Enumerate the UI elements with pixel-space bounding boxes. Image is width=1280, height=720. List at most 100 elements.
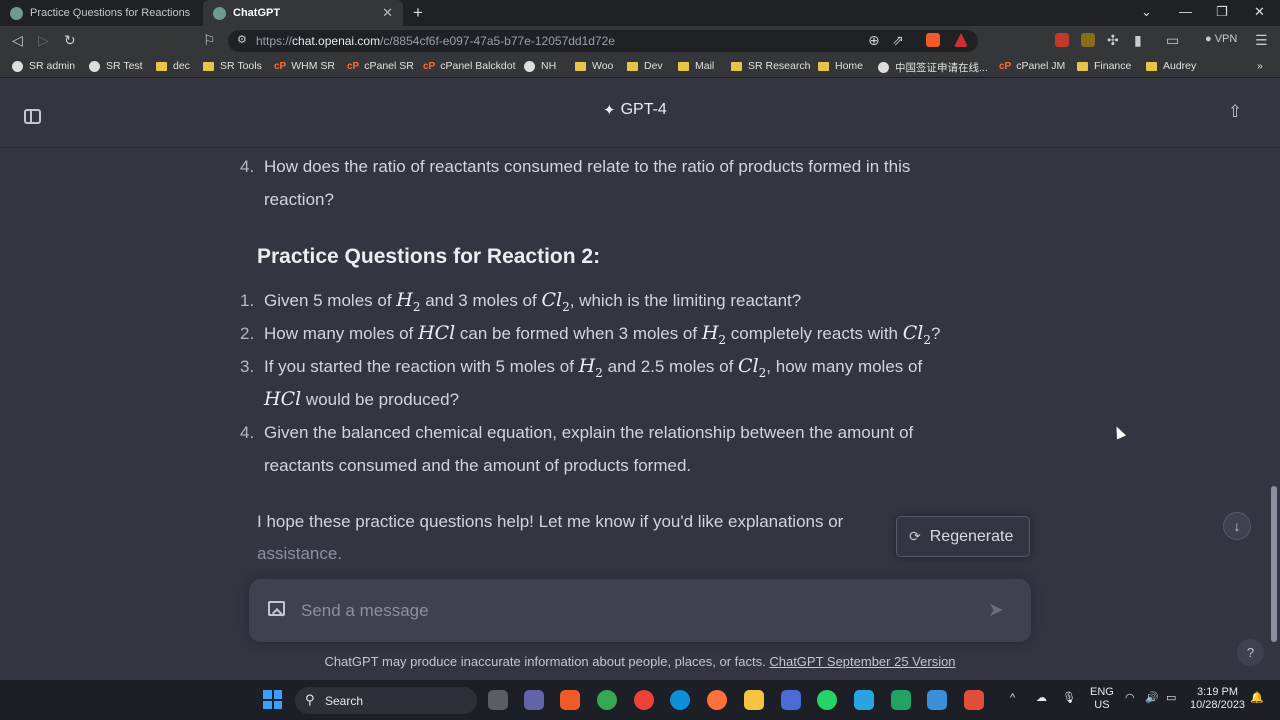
bookmark-item[interactable]: Finance <box>1077 60 1131 72</box>
bookmark-item[interactable]: SR Research <box>731 60 810 72</box>
bookmark-item[interactable]: cP cPanel SR <box>347 60 414 72</box>
battery-icon[interactable]: ▭ <box>1166 692 1176 705</box>
language-indicator[interactable]: ENG US <box>1090 686 1114 712</box>
tab-chatgpt[interactable]: ChatGPT ✕ <box>203 0 403 26</box>
extension-k-icon[interactable] <box>1081 33 1095 47</box>
minimize-button[interactable]: — <box>1179 4 1192 19</box>
bookmark-icon[interactable]: ⚐ <box>203 32 216 49</box>
brave-rewards-icon[interactable] <box>954 33 968 47</box>
file-explorer-icon[interactable] <box>744 690 764 710</box>
edge-icon[interactable] <box>670 690 690 710</box>
microphone-icon[interactable]: 🎙 <box>1062 692 1076 705</box>
tab-label: ChatGPT <box>233 7 281 19</box>
bookmark-item[interactable]: SR admin <box>12 60 75 72</box>
chrome-icon[interactable] <box>597 690 617 710</box>
onedrive-icon[interactable]: ☁ <box>1036 692 1047 705</box>
regenerate-button[interactable]: ⟳ Regenerate <box>896 516 1030 557</box>
help-icon[interactable]: ? <box>1237 639 1264 666</box>
bookmark-item[interactable]: Dev <box>627 60 663 72</box>
close-tab-icon[interactable]: ✕ <box>382 5 393 21</box>
send-icon[interactable]: ➤ <box>988 599 1004 622</box>
brave-browser-icon[interactable] <box>560 690 580 710</box>
sparkle-icon: ✦ <box>603 102 616 119</box>
bookmark-item[interactable]: 中国签证申请在线... <box>878 60 988 75</box>
more-bookmarks-icon[interactable]: » <box>1257 60 1263 72</box>
zoom-icon[interactable]: ⊕ <box>868 32 880 49</box>
clock[interactable]: 3:19 PM 10/28/2023 <box>1190 686 1245 712</box>
chrome-alt-icon[interactable] <box>634 690 654 710</box>
windows-start-icon[interactable] <box>263 690 282 709</box>
tab-search-chevron-icon[interactable]: ⌄ <box>1141 4 1152 20</box>
url-text: https://chat.openai.com/c/8854cf6f-e097-… <box>256 34 615 48</box>
disclaimer-text: ChatGPT may produce inaccurate informati… <box>324 654 766 669</box>
scrollbar[interactable] <box>1271 486 1277 642</box>
photos-icon[interactable] <box>927 690 947 710</box>
bookmark-item[interactable]: cP WHM SR <box>274 60 335 72</box>
openai-favicon-icon <box>213 6 226 20</box>
wallet-icon[interactable]: ▭ <box>1166 32 1179 49</box>
bookmark-item[interactable]: SR Tools <box>203 60 262 72</box>
camtasia-icon[interactable] <box>891 690 911 710</box>
bookmark-item[interactable]: Woo <box>575 60 613 72</box>
notification-bell-icon[interactable]: 🔔 <box>1250 692 1264 705</box>
regenerate-label: Regenerate <box>929 527 1014 545</box>
tab-label: Practice Questions for Reactions <box>30 7 191 19</box>
model-label: GPT-4 <box>620 101 667 118</box>
regenerate-icon: ⟳ <box>909 528 921 544</box>
volume-icon[interactable]: 🔊 <box>1145 692 1159 705</box>
sidebar-panel-icon[interactable]: ▮ <box>1134 32 1142 49</box>
share-page-icon[interactable]: ⇗ <box>892 32 904 49</box>
task-view-icon[interactable] <box>488 690 508 710</box>
list-item: If you started the reaction with 5 moles… <box>264 355 923 380</box>
list-item-continuation: HCl would be produced? <box>264 388 460 410</box>
chat-message: 4. How does the ratio of reactants consu… <box>0 149 1280 579</box>
scroll-to-bottom-button[interactable]: ↓ <box>1223 512 1251 540</box>
list-number: 4. <box>240 157 255 176</box>
disclaimer: ChatGPT may produce inaccurate informati… <box>0 654 1280 669</box>
teams-icon[interactable] <box>524 690 544 710</box>
bookmark-item[interactable]: Audrey <box>1146 60 1196 72</box>
whatsapp-icon[interactable] <box>817 690 837 710</box>
address-bar[interactable]: ⚙ https://chat.openai.com/c/8854cf6f-e09… <box>228 30 978 52</box>
list-item: How many moles of HCl can be formed when… <box>264 322 941 347</box>
site-settings-icon[interactable]: ⚙ <box>237 33 247 46</box>
model-selector[interactable]: ✦ GPT-4 <box>603 101 667 119</box>
wifi-icon[interactable]: ◠ <box>1125 692 1135 705</box>
bookmarks-bar: SR admin SR Test dec SR Tools cP WHM SR c… <box>0 56 1280 78</box>
share-icon[interactable]: ⇧ <box>1228 102 1242 122</box>
bookmark-item[interactable]: NH <box>524 60 556 72</box>
tab-practice-questions[interactable]: Practice Questions for Reactions <box>0 0 203 26</box>
brave-shields-icon[interactable] <box>926 33 940 47</box>
menu-icon[interactable]: ☰ <box>1255 32 1268 49</box>
list-number: 4. <box>240 423 255 442</box>
bookmark-item[interactable]: Mail <box>678 60 714 72</box>
forward-icon[interactable]: ▷ <box>38 32 49 49</box>
bookmark-item[interactable]: Home <box>818 60 863 72</box>
bookmark-item[interactable]: cP cPanel JM <box>999 60 1065 72</box>
back-icon[interactable]: ◁ <box>12 32 23 49</box>
close-window-button[interactable]: ✕ <box>1254 4 1265 20</box>
bookmark-item[interactable]: SR Test <box>89 60 143 72</box>
message-composer: ➤ <box>249 579 1031 642</box>
image-upload-icon[interactable] <box>268 601 285 616</box>
bookmark-item[interactable]: cP cPanel Balckdot <box>423 60 516 72</box>
message-input[interactable] <box>301 598 971 624</box>
reload-icon[interactable]: ↻ <box>64 32 76 49</box>
version-link[interactable]: ChatGPT September 25 Version <box>769 654 955 669</box>
maximize-button[interactable]: ❐ <box>1216 4 1228 20</box>
firefox-icon[interactable] <box>707 690 727 710</box>
tray-chevron-icon[interactable]: ^ <box>1010 692 1015 705</box>
new-tab-button[interactable]: + <box>413 3 423 23</box>
remote-desktop-icon[interactable] <box>781 690 801 710</box>
recorder-icon[interactable] <box>964 690 984 710</box>
sidebar-toggle-icon[interactable] <box>24 109 41 124</box>
extensions-puzzle-icon[interactable]: ✣ <box>1107 32 1119 49</box>
extension-calendar-icon[interactable] <box>1055 33 1069 47</box>
taskbar-search[interactable]: ⚲ Search <box>295 687 477 714</box>
vpn-button[interactable]: ● VPN <box>1205 33 1237 45</box>
list-number: 3. <box>240 357 255 376</box>
list-number: 1. <box>240 291 255 310</box>
notepad-icon[interactable] <box>854 690 874 710</box>
bookmark-item[interactable]: dec <box>156 60 190 72</box>
list-item-continuation: reaction? <box>264 190 334 209</box>
